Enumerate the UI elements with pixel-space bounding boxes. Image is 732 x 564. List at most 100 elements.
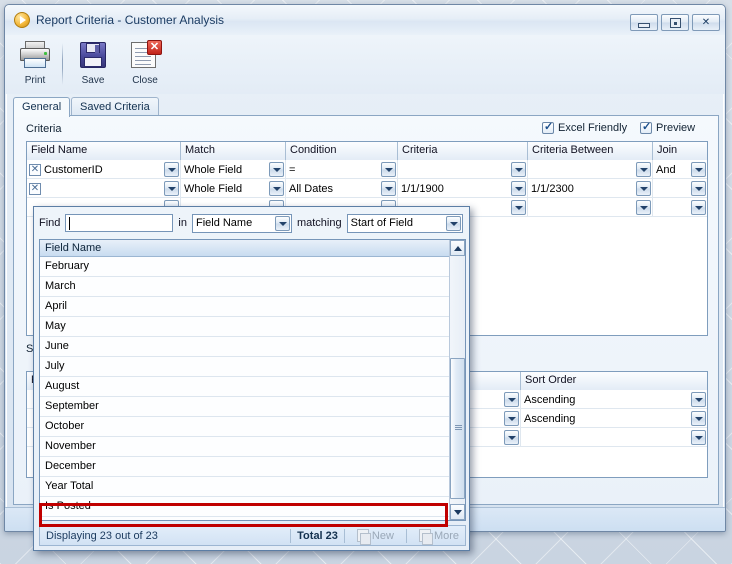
cell-join[interactable]: And <box>653 160 707 179</box>
chevron-down-icon[interactable] <box>504 430 519 445</box>
list-item[interactable]: September <box>40 397 450 417</box>
criteria-col-criteria: Criteria <box>398 142 528 160</box>
list-item[interactable]: June <box>40 337 450 357</box>
cell-join[interactable] <box>653 198 707 217</box>
chevron-down-icon[interactable] <box>164 181 179 196</box>
chevron-down-icon[interactable] <box>511 200 526 215</box>
chevron-down-icon[interactable] <box>504 411 519 426</box>
list-item[interactable]: February <box>40 257 450 277</box>
cell-condition-value: = <box>289 163 296 176</box>
list-item[interactable]: Is Posted <box>40 497 450 517</box>
table-row[interactable]: ✕ CustomerID Whole Field = And <box>27 160 707 179</box>
cell-criteria-between[interactable] <box>528 198 653 217</box>
cell-criteria[interactable] <box>398 160 528 179</box>
list-item[interactable]: May <box>40 317 450 337</box>
cell-field-name[interactable]: ✕ CustomerID <box>27 160 181 179</box>
displaying-count-text: Displaying 23 out of 23 <box>46 529 158 542</box>
cell-match-value: Whole Field <box>184 163 243 176</box>
cell-sort-order[interactable] <box>521 428 707 447</box>
printer-icon <box>18 39 52 71</box>
list-item[interactable]: April <box>40 297 450 317</box>
cell-criteria[interactable]: 1/1/1900 <box>398 179 528 198</box>
find-in-value: Field Name <box>195 216 253 229</box>
field-name-list[interactable]: Field Name February March April May June… <box>39 239 466 521</box>
chevron-down-icon[interactable] <box>269 162 284 177</box>
chevron-down-icon[interactable] <box>691 200 706 215</box>
criteria-section-label: Criteria <box>26 123 62 135</box>
more-button[interactable]: More <box>413 529 465 545</box>
criteria-grid-header: Field Name Match Condition Criteria Crit… <box>27 142 707 160</box>
table-row[interactable]: ✕ Whole Field All Dates 1/1/1900 1/1/230… <box>27 179 707 198</box>
cell-condition-value: All Dates <box>289 182 334 195</box>
cell-condition[interactable]: = <box>286 160 398 179</box>
chevron-down-icon[interactable] <box>445 215 461 231</box>
chevron-down-icon[interactable] <box>381 162 396 177</box>
list-item[interactable]: November <box>40 437 450 457</box>
preview-label: Preview <box>656 122 696 134</box>
maximize-button[interactable] <box>661 14 689 31</box>
chevron-down-icon[interactable] <box>636 200 651 215</box>
chevron-down-icon[interactable] <box>636 181 651 196</box>
scroll-down-arrow-icon[interactable] <box>450 504 465 520</box>
chevron-down-icon[interactable] <box>691 181 706 196</box>
cell-join[interactable] <box>653 179 707 198</box>
maximize-icon <box>662 15 688 30</box>
list-scrollbar[interactable] <box>449 240 465 520</box>
list-item[interactable]: August <box>40 377 450 397</box>
checkbox-icon <box>542 120 554 134</box>
cell-field-name[interactable]: ✕ <box>27 179 181 198</box>
close-button-label: Close <box>132 75 158 86</box>
cell-sort-order[interactable]: Ascending <box>521 409 707 428</box>
in-label: in <box>178 217 187 229</box>
chevron-down-icon[interactable] <box>269 181 284 196</box>
find-input[interactable] <box>65 214 174 232</box>
minimize-button[interactable] <box>630 14 658 31</box>
new-button[interactable]: New <box>351 529 400 545</box>
cell-match[interactable]: Whole Field <box>181 179 286 198</box>
total-count-text: Total 23 <box>297 529 338 542</box>
tab-general-label: General <box>22 101 62 113</box>
chevron-down-icon[interactable] <box>511 181 526 196</box>
list-item[interactable]: Customer Type <box>40 517 450 520</box>
close-report-button[interactable]: ✕ Close <box>118 38 172 92</box>
chevron-down-icon[interactable] <box>504 392 519 407</box>
delete-row-icon[interactable]: ✕ <box>29 163 41 176</box>
list-item[interactable]: Year Total <box>40 477 450 497</box>
list-item[interactable]: December <box>40 457 450 477</box>
find-bar: Find in Field Name matching Start of Fie… <box>39 212 466 234</box>
find-matching-dropdown[interactable]: Start of Field <box>346 213 463 233</box>
tab-saved-criteria[interactable]: Saved Criteria <box>71 97 159 116</box>
save-button[interactable]: Save <box>66 38 120 92</box>
chevron-down-icon[interactable] <box>636 162 651 177</box>
chevron-down-icon[interactable] <box>691 392 706 407</box>
chevron-down-icon[interactable] <box>691 411 706 426</box>
toolbar: Print Save ✕ Close <box>5 35 725 94</box>
preview-checkbox[interactable]: Preview <box>640 120 696 134</box>
cell-criteria-between[interactable] <box>528 160 653 179</box>
find-in-dropdown[interactable]: Field Name <box>191 213 292 233</box>
list-item[interactable]: July <box>40 357 450 377</box>
cell-condition[interactable]: All Dates <box>286 179 398 198</box>
chevron-down-icon[interactable] <box>164 162 179 177</box>
criteria-col-criteria-between: Criteria Between <box>528 142 653 160</box>
print-button[interactable]: Print <box>8 38 62 92</box>
scroll-up-arrow-icon[interactable] <box>450 240 465 256</box>
cell-field-name-value: CustomerID <box>44 163 103 176</box>
cell-criteria-between[interactable]: 1/1/2300 <box>528 179 653 198</box>
list-item[interactable]: October <box>40 417 450 437</box>
criteria-col-condition: Condition <box>286 142 398 160</box>
delete-row-icon[interactable]: ✕ <box>29 182 41 195</box>
chevron-down-icon[interactable] <box>381 181 396 196</box>
chevron-down-icon[interactable] <box>691 162 706 177</box>
tab-general[interactable]: General <box>13 97 71 117</box>
more-documents-icon <box>418 529 433 545</box>
excel-friendly-checkbox[interactable]: Excel Friendly <box>542 120 627 134</box>
scrollbar-thumb[interactable] <box>450 358 465 499</box>
list-item[interactable]: March <box>40 277 450 297</box>
cell-match[interactable]: Whole Field <box>181 160 286 179</box>
cell-sort-order[interactable]: Ascending <box>521 390 707 409</box>
chevron-down-icon[interactable] <box>511 162 526 177</box>
chevron-down-icon[interactable] <box>274 215 290 231</box>
chevron-down-icon[interactable] <box>691 430 706 445</box>
close-window-button[interactable]: ✕ <box>692 14 720 31</box>
